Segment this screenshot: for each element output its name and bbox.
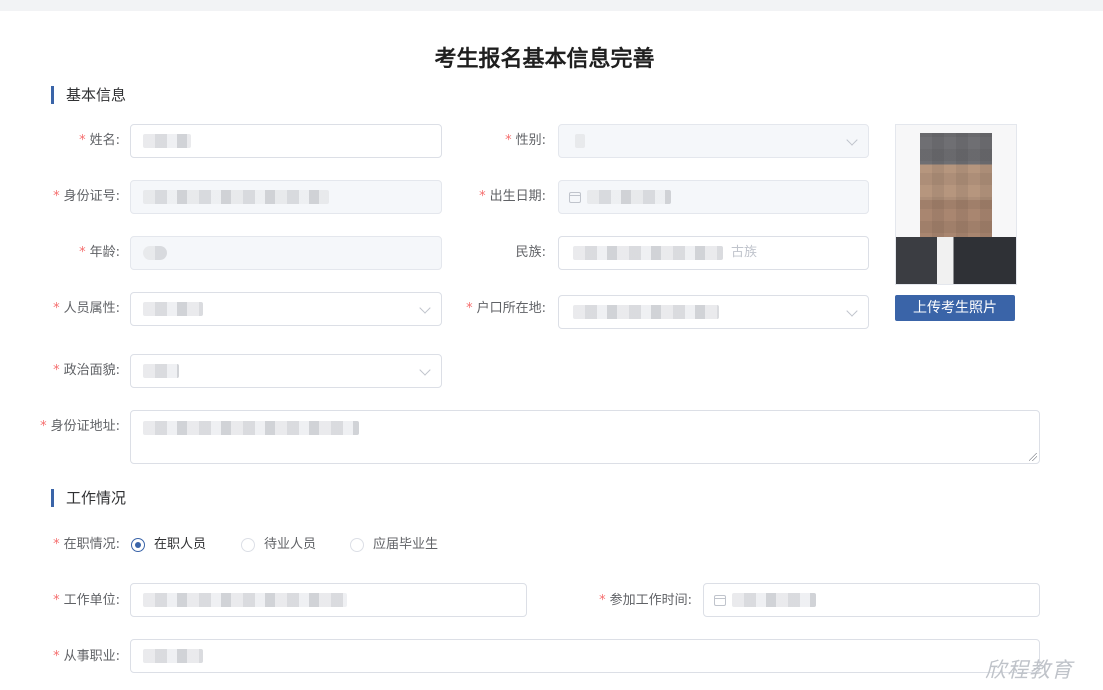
political-select[interactable] (130, 354, 442, 388)
person-type-select[interactable] (130, 292, 442, 326)
redacted-value (573, 305, 719, 319)
birth-date-picker[interactable] (558, 180, 869, 214)
work-start-label: * 参加工作时间: (599, 593, 692, 608)
watermark-logo: 欣程教育 (985, 658, 1073, 682)
ethnicity-label: 民族: (515, 245, 546, 260)
radio-dot[interactable] (350, 538, 364, 552)
calendar-icon (569, 192, 581, 203)
redacted-value (587, 190, 671, 204)
redacted-value (143, 649, 203, 663)
ethnicity-input[interactable]: 古族 (558, 236, 869, 270)
work-start-picker[interactable] (703, 583, 1040, 617)
redacted-value (143, 364, 179, 378)
section-basic-info: 基本信息 (51, 86, 126, 104)
name-input[interactable] (130, 124, 442, 158)
household-cascader[interactable] (558, 295, 869, 329)
top-bar (0, 0, 1103, 11)
redacted-value (732, 593, 816, 607)
person-type-label: * 人员属性: (53, 301, 120, 316)
redacted-value (143, 302, 203, 316)
form-page: 考生报名基本信息完善 基本信息 * 姓名: * 性别: * 身份证号: * 出生日期: … (0, 11, 1103, 690)
political-label: * 政治面貌: (53, 363, 120, 378)
upload-photo-button[interactable]: 上传考生照片 (895, 295, 1015, 321)
radio-dot[interactable] (131, 538, 145, 552)
redacted-value (143, 134, 191, 148)
employer-label: * 工作单位: (53, 593, 120, 608)
employment-status-label: * 在职情况: (53, 537, 120, 552)
gender-select[interactable] (558, 124, 869, 158)
redacted-value (575, 134, 585, 148)
birth-date-label: * 出生日期: (479, 189, 546, 204)
age-label: * 年龄: (79, 245, 120, 260)
page-title: 考生报名基本信息完善 (434, 47, 655, 72)
household-label: * 户口所在地: (466, 301, 546, 316)
chevron-down-icon (846, 305, 858, 317)
redacted-value (143, 421, 359, 435)
id-number-input[interactable] (130, 180, 442, 214)
radio-dot[interactable] (241, 538, 255, 552)
ethnicity-value-tail: 古族 (731, 245, 758, 260)
required-mark: * (79, 133, 86, 148)
id-number-label: * 身份证号: (53, 189, 120, 204)
redacted-value (143, 190, 329, 204)
redacted-value (143, 593, 347, 607)
section-work-info: 工作情况 (51, 489, 126, 507)
id-address-textarea[interactable] (130, 410, 1040, 464)
candidate-photo (895, 124, 1017, 285)
chevron-down-icon (846, 134, 858, 146)
resize-handle[interactable] (1029, 453, 1037, 461)
employer-input[interactable] (130, 583, 527, 617)
pixelated-face (920, 133, 992, 245)
calendar-icon (714, 595, 726, 606)
age-input[interactable] (130, 236, 442, 270)
id-address-label: * 身份证地址: (40, 419, 120, 434)
occupation-input[interactable] (130, 639, 1040, 673)
gender-label: * 性别: (505, 133, 546, 148)
occupation-label: * 从事职业: (53, 649, 120, 664)
chevron-down-icon (419, 364, 431, 376)
name-label: * 姓名: (79, 133, 120, 148)
redacted-value (573, 246, 723, 260)
photo-body (896, 237, 1016, 284)
redacted-value (143, 246, 167, 260)
